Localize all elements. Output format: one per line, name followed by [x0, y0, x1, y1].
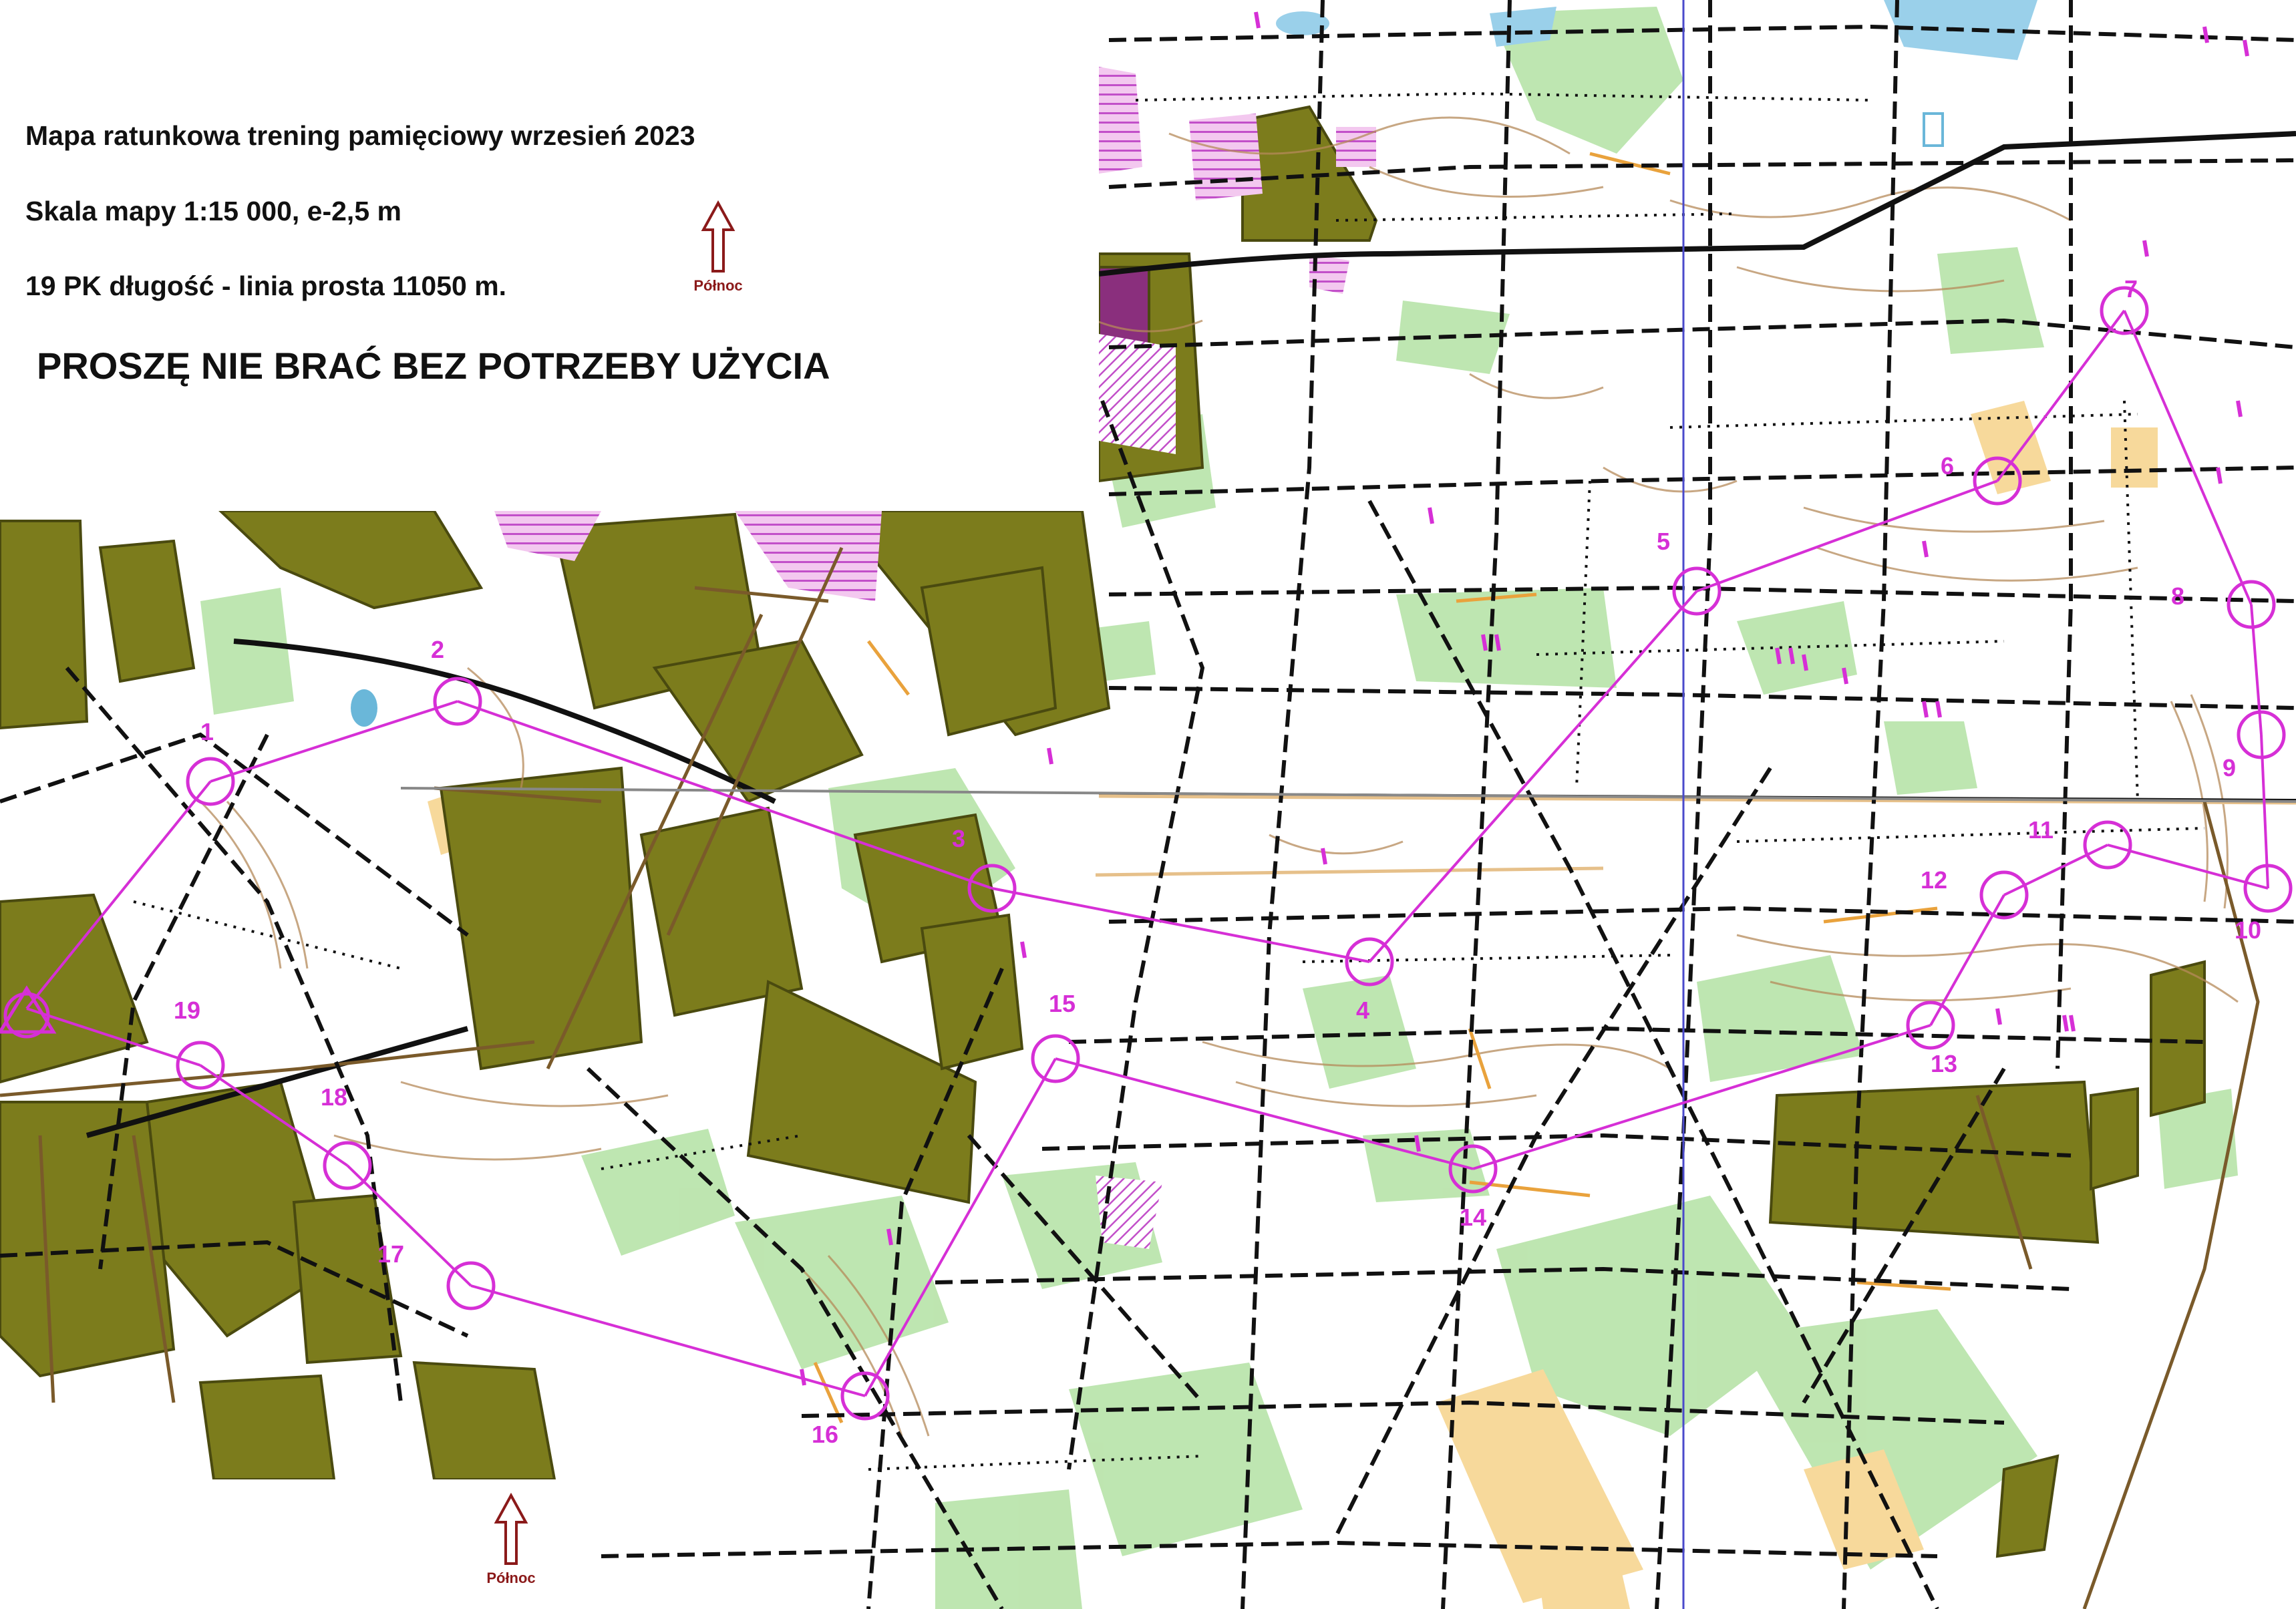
control-number: 12	[1921, 866, 1947, 894]
control-number: 13	[1931, 1050, 1957, 1077]
control-number: 8	[2171, 582, 2184, 610]
map-title: Mapa ratunkowa trening pamięciowy wrzesi…	[25, 120, 695, 151]
arrow-up-icon	[701, 200, 735, 273]
control-number: 17	[377, 1240, 404, 1268]
map-scale: Skala mapy 1:15 000, e-2,5 m	[25, 196, 401, 226]
control-number: 16	[812, 1421, 838, 1448]
control-number: 3	[952, 825, 965, 852]
control-number: 1	[200, 718, 214, 745]
orienteering-map: 12345678910111213141516171819	[0, 0, 2296, 1609]
control-number: 10	[2235, 916, 2261, 944]
control-number: 14	[1460, 1204, 1486, 1231]
north-arrow: Północ	[678, 200, 758, 295]
north-arrow: Północ	[471, 1492, 551, 1587]
control-number: 9	[2223, 754, 2236, 781]
control-number: 15	[1049, 990, 1076, 1017]
warning-text: PROSZĘ NIE BRAĆ BEZ POTRZEBY UŻYCIA	[37, 345, 830, 387]
course-length: 19 PK długość - linia prosta 11050 m.	[25, 271, 507, 301]
control-number: 11	[2028, 816, 2054, 844]
control-number: 6	[1941, 452, 1954, 480]
control-number: 2	[431, 636, 444, 663]
control-number: 7	[2124, 275, 2138, 303]
control-number: 4	[1356, 997, 1369, 1024]
control-number: 18	[321, 1083, 347, 1111]
arrow-up-icon	[494, 1492, 528, 1565]
north-label: Północ	[693, 277, 743, 294]
control-number: 19	[174, 997, 200, 1024]
control-number: 5	[1657, 528, 1670, 555]
north-label: Północ	[486, 1570, 536, 1586]
